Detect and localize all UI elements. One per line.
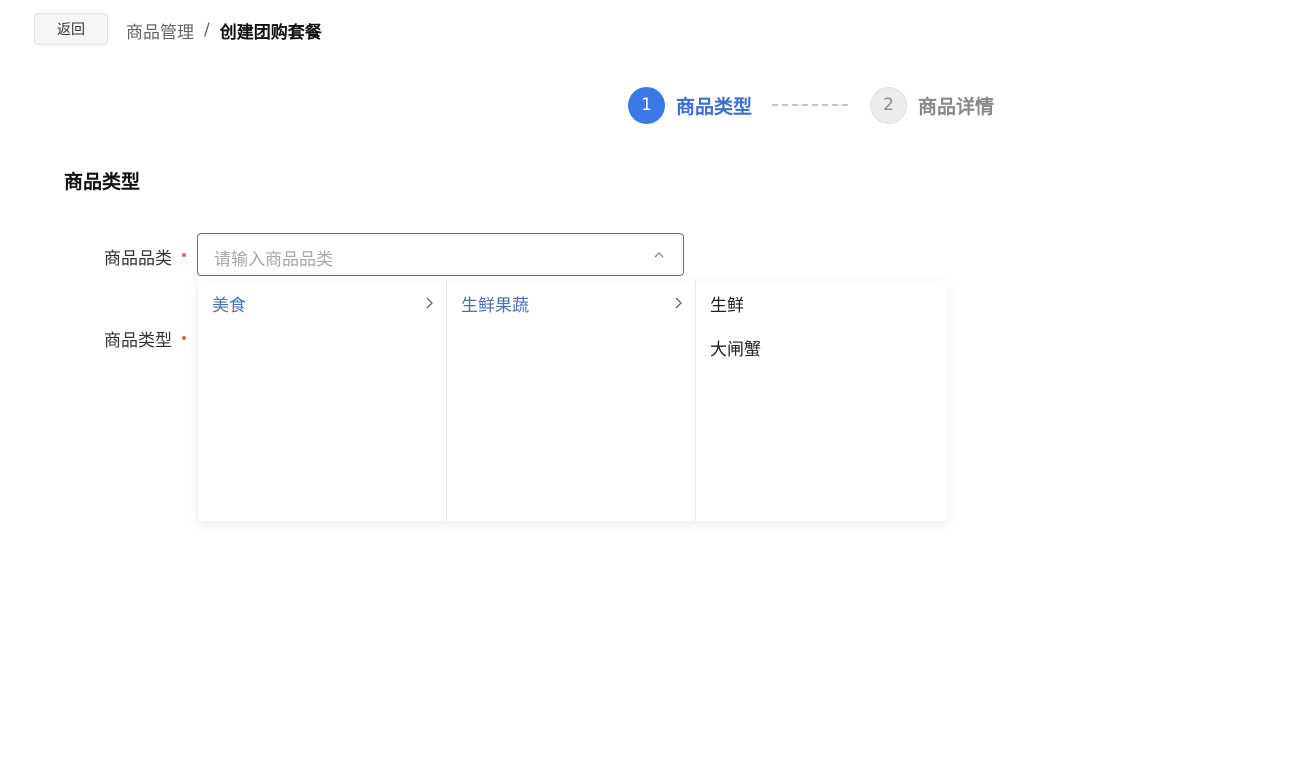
- step-1-label: 商品类型: [676, 95, 753, 118]
- breadcrumb-current: 创建团购套餐: [219, 22, 322, 43]
- category-select-placeholder: 请输入商品品类: [214, 250, 333, 270]
- type-label: 商品类型: [104, 331, 172, 351]
- category-select[interactable]: 请输入商品品类: [197, 233, 684, 276]
- cascader-option-label: 大闸蟹: [710, 339, 761, 360]
- back-button[interactable]: 返回: [34, 13, 108, 45]
- section-title: 商品类型: [64, 171, 141, 193]
- cascader-option-fresh-produce[interactable]: 生鲜果蔬: [447, 281, 695, 325]
- cascader-column-level-3: 生鲜 大闸蟹: [696, 281, 947, 521]
- cascader-option-hairy-crab[interactable]: 大闸蟹: [696, 325, 947, 369]
- cascader-option-label: 生鲜果蔬: [461, 295, 529, 316]
- cascader-dropdown: 美食 生鲜果蔬 生鲜 大闸蟹: [198, 281, 947, 521]
- chevron-right-icon: [426, 297, 433, 309]
- step-1-number: 1: [628, 86, 665, 124]
- page: 返回 商品管理 / 创建团购套餐 1 商品类型 2 商品详情 商品类型 商品品类…: [0, 0, 1314, 784]
- category-required-mark: [182, 253, 186, 257]
- breadcrumb-parent-link[interactable]: 商品管理: [126, 18, 194, 43]
- cascader-option-food[interactable]: 美食: [198, 281, 446, 325]
- steps-indicator: 1 商品类型 2 商品详情: [628, 86, 994, 124]
- category-label: 商品品类: [104, 249, 172, 269]
- type-required-mark: [182, 336, 186, 340]
- cascader-option-fresh[interactable]: 生鲜: [696, 281, 947, 325]
- breadcrumb: 商品管理 / 创建团购套餐: [126, 18, 322, 43]
- step-connector: [772, 104, 849, 106]
- chevron-right-icon: [675, 297, 682, 309]
- breadcrumb-separator: /: [204, 20, 210, 40]
- cascader-option-label: 生鲜: [710, 295, 744, 316]
- step-2-number: 2: [870, 86, 908, 124]
- cascader-column-level-1: 美食: [198, 281, 447, 521]
- cascader-column-level-2: 生鲜果蔬: [447, 281, 696, 521]
- step-2-label: 商品详情: [918, 95, 995, 118]
- chevron-up-icon: [654, 252, 664, 258]
- cascader-option-label: 美食: [212, 295, 246, 316]
